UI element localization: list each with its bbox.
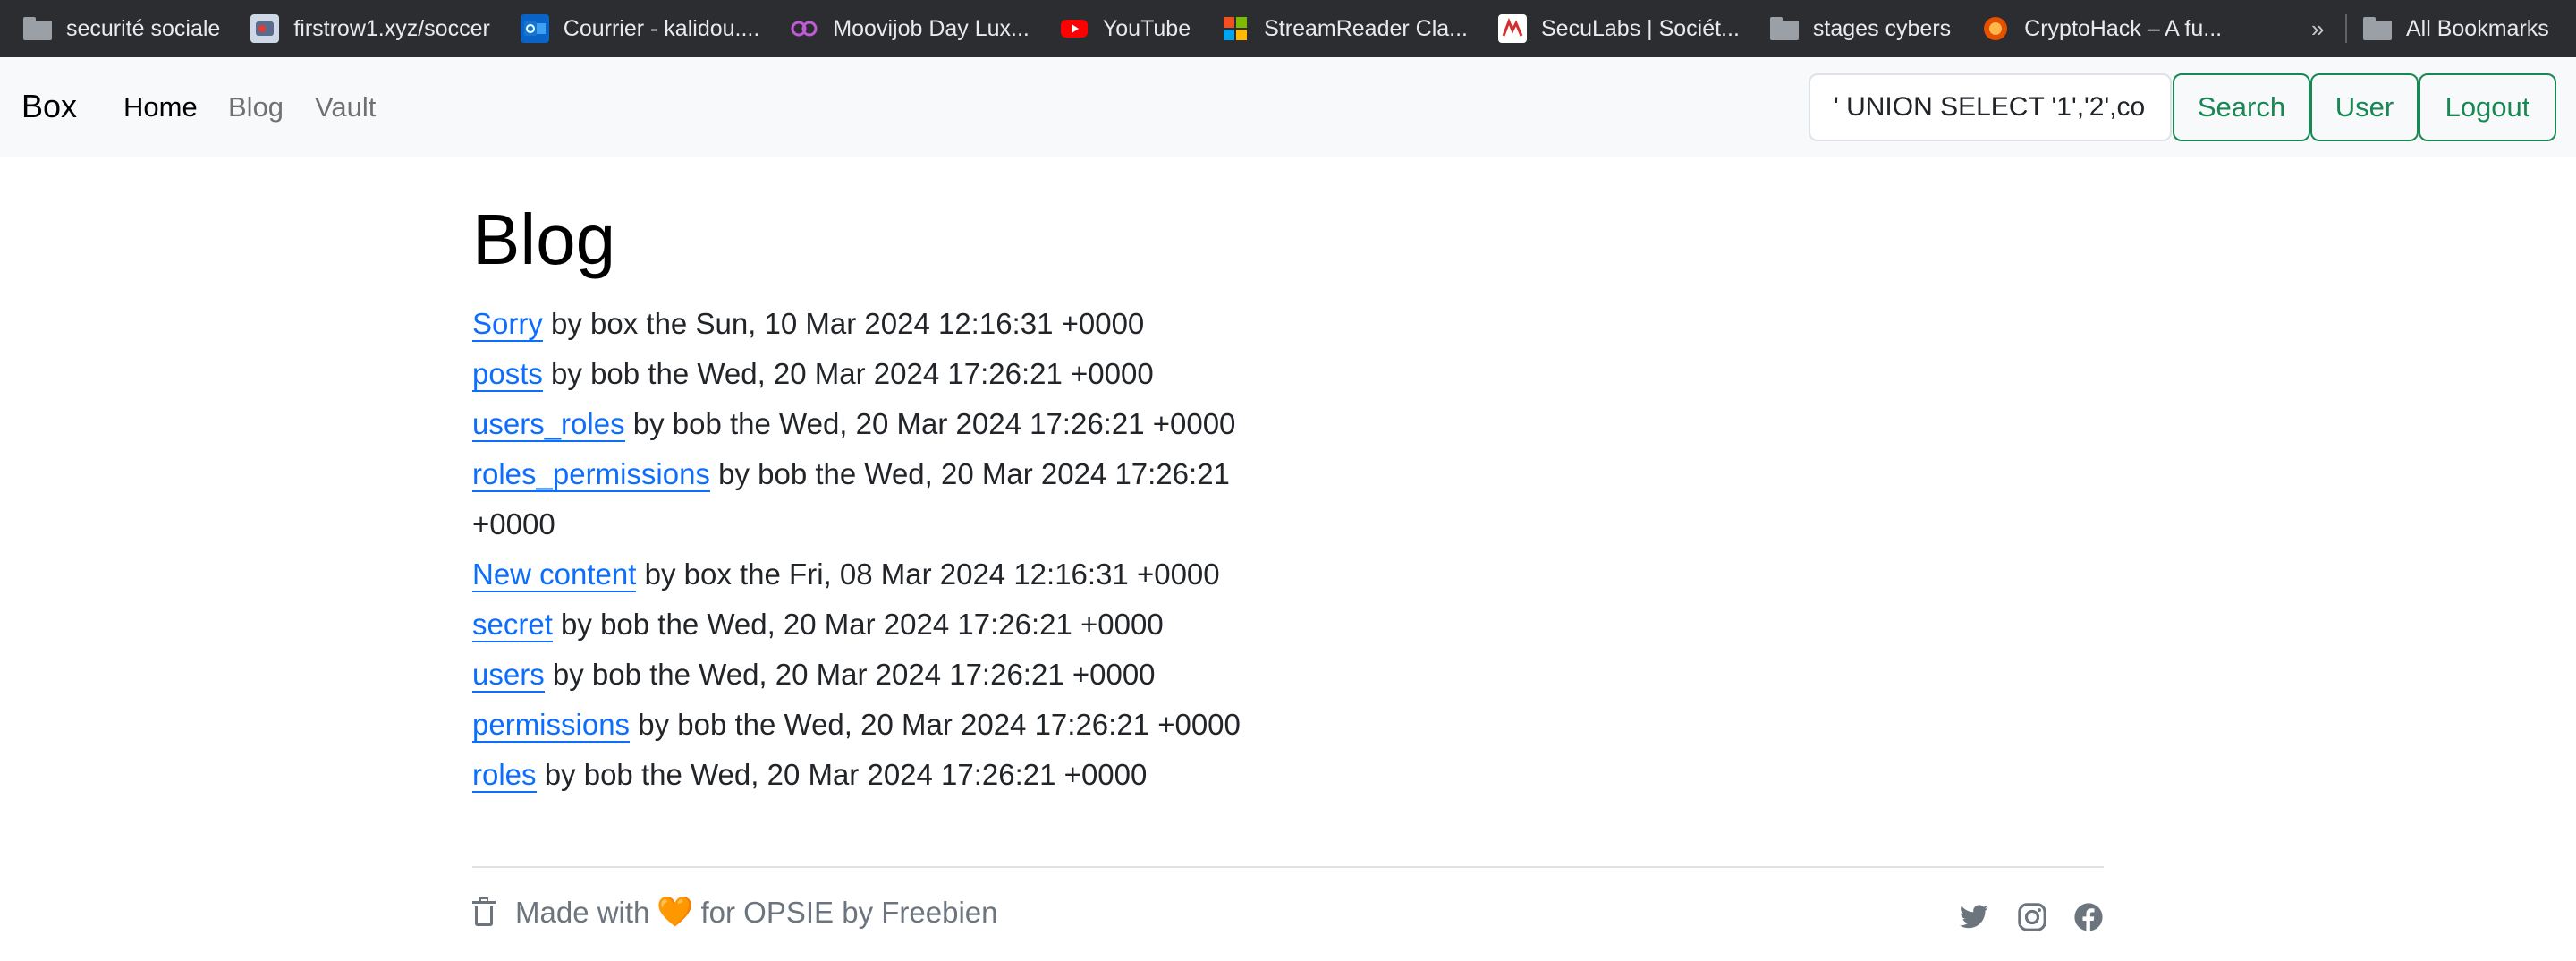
post-link[interactable]: permissions xyxy=(472,708,631,743)
bookmarks-separator xyxy=(2345,14,2347,43)
bookmark-label: Moovijob Day Lux... xyxy=(833,15,1030,41)
post-meta: by bob the Wed, 20 Mar 2024 17:26:21 +00… xyxy=(552,658,1156,691)
folder-icon xyxy=(2363,14,2392,43)
nav-vault[interactable]: Vault xyxy=(315,91,376,123)
search-button[interactable]: Search xyxy=(2173,73,2310,141)
bookmark-firstrow[interactable]: firstrow1.xyz/soccer xyxy=(250,0,490,57)
post-link[interactable]: users xyxy=(472,658,545,693)
post-link[interactable]: Sorry xyxy=(472,307,543,342)
seculabs-icon xyxy=(1498,14,1527,43)
list-item: New content by box the Fri, 08 Mar 2024 … xyxy=(472,549,1241,600)
list-item: users by bob the Wed, 20 Mar 2024 17:26:… xyxy=(472,650,1241,700)
bookmark-label: CryptoHack – A fu... xyxy=(2024,15,2223,41)
list-item: roles by bob the Wed, 20 Mar 2024 17:26:… xyxy=(472,750,1241,800)
footer-divider xyxy=(472,866,2104,868)
all-bookmarks-label: All Bookmarks xyxy=(2406,15,2549,41)
all-bookmarks[interactable]: All Bookmarks xyxy=(2363,0,2549,57)
youtube-icon xyxy=(1060,14,1089,43)
list-item: permissions by bob the Wed, 20 Mar 2024 … xyxy=(472,700,1241,750)
instagram-icon[interactable] xyxy=(2017,902,2047,932)
list-item: secret by bob the Wed, 20 Mar 2024 17:26… xyxy=(472,600,1241,650)
site-navbar: Box Home Blog Vault Search User Logout xyxy=(0,57,2576,157)
list-item: posts by bob the Wed, 20 Mar 2024 17:26:… xyxy=(472,349,1241,399)
nav-home[interactable]: Home xyxy=(123,91,198,123)
post-meta: by box the Sun, 10 Mar 2024 12:16:31 +00… xyxy=(551,307,1145,340)
bookmarks-bar: securité sociale firstrow1.xyz/soccer Co… xyxy=(0,0,2576,57)
heart-icon: 🧡 xyxy=(657,895,694,928)
post-meta: by bob the Wed, 20 Mar 2024 17:26:21 +00… xyxy=(561,608,1164,641)
bookmark-label: Courrier - kalidou.... xyxy=(563,15,760,41)
post-link[interactable]: users_roles xyxy=(472,407,625,442)
user-button[interactable]: User xyxy=(2310,73,2419,141)
bookmarks-overflow-button[interactable]: » xyxy=(2311,0,2324,57)
bookmark-streamreader[interactable]: StreamReader Cla... xyxy=(1221,0,1468,57)
list-item: roles_permissions by bob the Wed, 20 Mar… xyxy=(472,449,1241,549)
list-item: users_roles by bob the Wed, 20 Mar 2024 … xyxy=(472,399,1241,449)
post-link[interactable]: posts xyxy=(472,357,543,392)
post-link[interactable]: roles_permissions xyxy=(472,457,710,492)
moovijob-icon xyxy=(790,14,818,43)
post-link[interactable]: New content xyxy=(472,557,637,592)
page-title: Blog xyxy=(472,200,616,279)
post-meta: by box the Fri, 08 Mar 2024 12:16:31 +00… xyxy=(644,557,1220,591)
twitter-icon[interactable] xyxy=(1959,902,1989,932)
bookmark-label: YouTube xyxy=(1102,15,1191,41)
folder-icon xyxy=(23,14,52,43)
bookmark-cryptohack[interactable]: CryptoHack – A fu... xyxy=(1981,0,2222,57)
post-meta: by bob the Wed, 20 Mar 2024 17:26:21 +00… xyxy=(544,758,1148,791)
search-input[interactable] xyxy=(1809,73,2172,141)
credit-text: for OPSIE by Freebien xyxy=(700,895,998,929)
post-meta: by bob the Wed, 20 Mar 2024 17:26:21 +00… xyxy=(632,407,1236,440)
folder-icon xyxy=(1769,14,1799,43)
bookmark-label: securité sociale xyxy=(66,15,221,41)
nav-blog[interactable]: Blog xyxy=(228,91,284,123)
logout-button[interactable]: Logout xyxy=(2419,73,2556,141)
bookmark-securite-sociale[interactable]: securité sociale xyxy=(23,0,220,57)
bookmark-label: SecuLabs | Sociét... xyxy=(1541,15,1740,41)
cryptohack-icon xyxy=(1981,14,2010,43)
post-link[interactable]: secret xyxy=(472,608,553,642)
bookmark-seculabs[interactable]: SecuLabs | Sociét... xyxy=(1498,0,1740,57)
bookmark-label: StreamReader Cla... xyxy=(1264,15,1468,41)
bookmark-moovijob[interactable]: Moovijob Day Lux... xyxy=(790,0,1030,57)
footer-credit: Made with 🧡 for OPSIE by Freebien xyxy=(472,895,997,930)
trash-icon xyxy=(472,897,496,926)
facebook-icon[interactable] xyxy=(2073,902,2104,932)
post-meta: by bob the Wed, 20 Mar 2024 17:26:21 +00… xyxy=(638,708,1241,741)
brand-link[interactable]: Box xyxy=(21,88,77,125)
post-link[interactable]: roles xyxy=(472,758,537,793)
outlook-icon xyxy=(520,14,549,43)
bookmark-courrier[interactable]: Courrier - kalidou.... xyxy=(520,0,760,57)
made-with-text: Made with xyxy=(515,895,650,929)
bookmark-stages-cybers[interactable]: stages cybers xyxy=(1769,0,1952,57)
bookmark-label: firstrow1.xyz/soccer xyxy=(293,15,490,41)
microsoft-icon xyxy=(1221,14,1250,43)
bookmark-youtube[interactable]: YouTube xyxy=(1060,0,1191,57)
list-item: Sorry by box the Sun, 10 Mar 2024 12:16:… xyxy=(472,299,1241,349)
bookmark-label: stages cybers xyxy=(1812,15,1952,41)
site-favicon xyxy=(250,14,280,43)
post-meta: by bob the Wed, 20 Mar 2024 17:26:21 +00… xyxy=(551,357,1154,390)
post-list: Sorry by box the Sun, 10 Mar 2024 12:16:… xyxy=(472,299,1241,800)
